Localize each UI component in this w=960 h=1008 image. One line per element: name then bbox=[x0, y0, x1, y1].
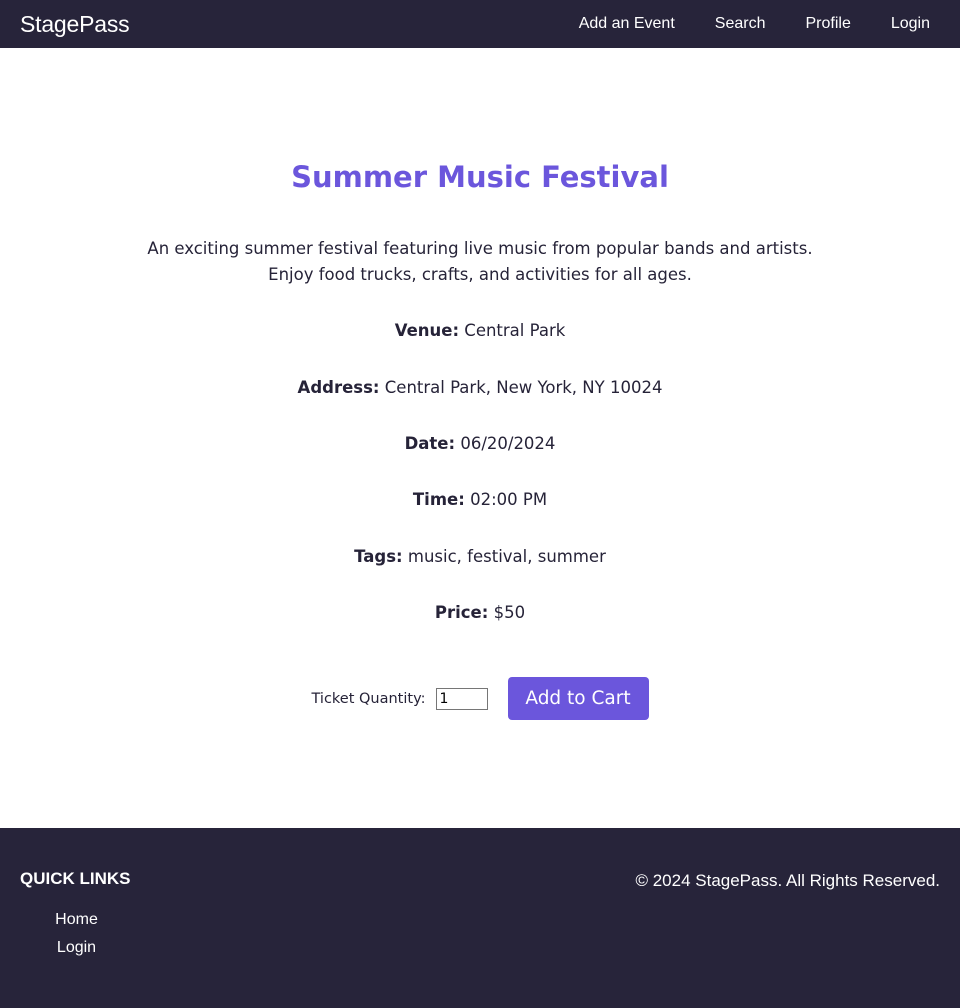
brand-logo-link[interactable]: StagePass bbox=[20, 11, 130, 38]
nav-links: Add an Event Search Profile Login bbox=[559, 15, 950, 33]
date-value: 06/20/2024 bbox=[460, 434, 556, 453]
tags-value: music, festival, summer bbox=[407, 547, 606, 566]
nav-profile-link[interactable]: Profile bbox=[785, 15, 870, 33]
time-label: Time: bbox=[412, 490, 465, 509]
add-to-cart-form: Ticket Quantity: Add to Cart bbox=[0, 677, 960, 720]
quick-link-item: Login bbox=[20, 933, 133, 961]
price-detail: Price: $50 bbox=[0, 602, 960, 624]
footer-home-link[interactable]: Home bbox=[55, 911, 98, 928]
date-detail: Date: 06/20/2024 bbox=[0, 433, 960, 455]
event-description: An exciting summer festival featuring li… bbox=[147, 239, 813, 284]
address-value: Central Park, New York, NY 10024 bbox=[384, 378, 663, 397]
nav-search-link[interactable]: Search bbox=[695, 15, 786, 33]
venue-detail: Venue: Central Park bbox=[0, 320, 960, 342]
quick-links-list: Home Login bbox=[20, 905, 133, 961]
price-label: Price: bbox=[434, 603, 489, 622]
ticket-quantity-input[interactable] bbox=[435, 687, 488, 710]
quick-link-item: Home bbox=[20, 905, 133, 933]
top-navbar: StagePass Add an Event Search Profile Lo… bbox=[0, 0, 960, 48]
tags-detail: Tags: music, festival, summer bbox=[0, 546, 960, 568]
ticket-quantity-label: Ticket Quantity: bbox=[311, 690, 426, 707]
footer-login-link[interactable]: Login bbox=[57, 939, 96, 956]
time-value: 02:00 PM bbox=[470, 490, 548, 509]
site-footer: QUICK LINKS Home Login © 2024 StagePass.… bbox=[0, 828, 960, 1008]
event-details-section: Summer Music Festival An exciting summer… bbox=[0, 48, 960, 828]
address-detail: Address: Central Park, New York, NY 1002… bbox=[0, 377, 960, 399]
tags-label: Tags: bbox=[354, 547, 403, 566]
address-label: Address: bbox=[297, 378, 380, 397]
price-value: $50 bbox=[493, 603, 526, 622]
event-title: Summer Music Festival bbox=[291, 160, 669, 194]
nav-login-link[interactable]: Login bbox=[871, 15, 950, 33]
copyright-text: © 2024 StagePass. All Rights Reserved. bbox=[635, 871, 940, 890]
date-label: Date: bbox=[404, 434, 456, 453]
venue-value: Central Park bbox=[464, 321, 566, 340]
time-detail: Time: 02:00 PM bbox=[0, 489, 960, 511]
add-to-cart-button[interactable]: Add to Cart bbox=[507, 677, 649, 720]
quick-links-heading: QUICK LINKS bbox=[20, 869, 131, 888]
venue-label: Venue: bbox=[394, 321, 460, 340]
nav-add-event-link[interactable]: Add an Event bbox=[559, 15, 695, 33]
